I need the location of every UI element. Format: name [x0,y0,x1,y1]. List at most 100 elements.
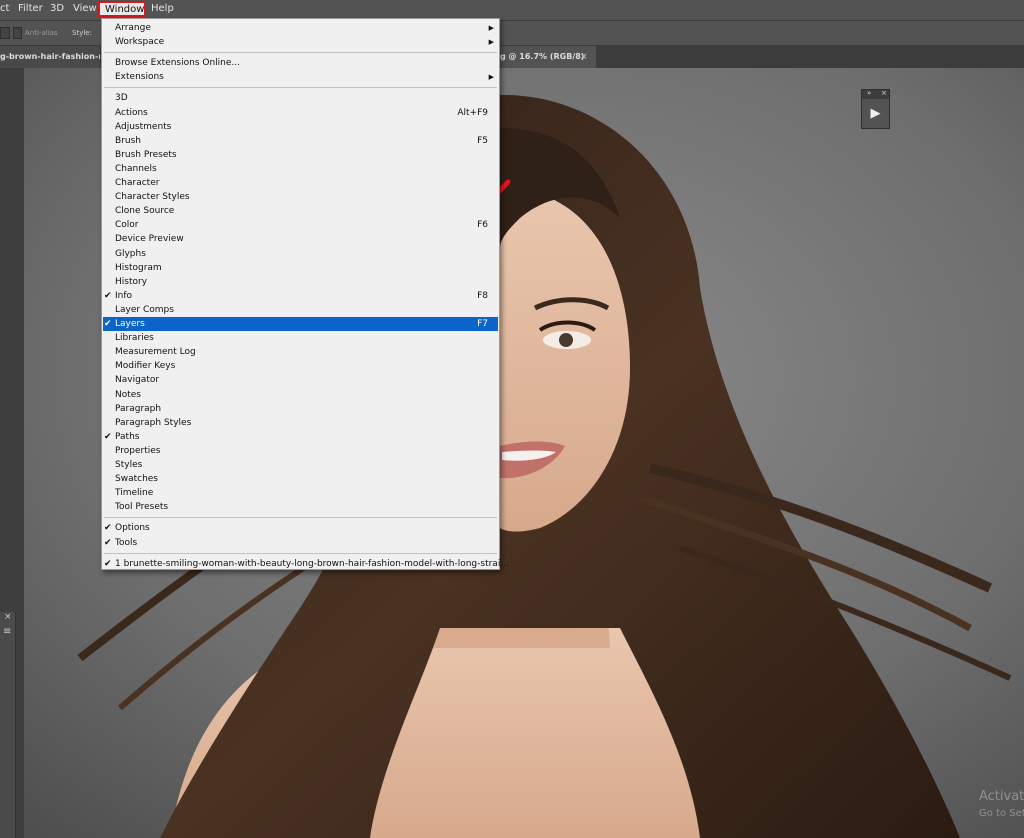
menu-item-shortcut: F8 [477,290,488,301]
menu-item-shortcut: F6 [477,220,488,231]
menu-item-label: Styles [115,460,143,470]
menu-item-label: Clone Source [115,206,175,217]
menu-separator [104,52,497,54]
window-menu-item-workspace[interactable]: Workspace ▶ [103,35,498,49]
window-menu-item-browse-extensions-online[interactable]: Browse Extensions Online... [103,56,498,70]
menu-item-label: Options [115,523,150,534]
window-menu-item-properties[interactable]: Properties [103,444,498,458]
menu-item-label: Browse Extensions Online... [115,58,240,69]
collapse-icon[interactable]: » [867,89,871,97]
menu-item-label: Properties [115,445,161,456]
document-tab-1[interactable]: g-brown-hair-fashion-mo [0,46,100,68]
left-panel-menu-icon[interactable]: ≡ [3,626,11,637]
menu-separator [104,552,497,554]
document-tab-1-label: g-brown-hair-fashion-mo [0,52,100,61]
checkmark-icon: ✔ [104,523,112,534]
menu-item-label: Info [115,290,133,301]
menu-item-label: Workspace [115,37,165,48]
window-menu-item-paragraph[interactable]: Paragraph [103,402,498,416]
menu-item-shortcut: F5 [477,135,488,146]
window-menu-item-notes[interactable]: Notes [103,388,498,402]
window-menu-item-libraries[interactable]: Libraries [103,331,498,345]
menu-item-label: Paragraph Styles [115,417,192,428]
menu-window[interactable]: Window [98,1,146,17]
play-icon: ▶ [870,106,881,121]
collapsed-left-panel[interactable]: × ≡ [0,612,16,838]
menu-item-label: 3D [115,93,128,104]
menu-item-label: 1 brunette-smiling-woman-with-beauty-lon… [115,558,509,569]
window-menu-item-options[interactable]: ✔ Options [103,521,498,535]
menu-view[interactable]: View [73,3,97,14]
activation-watermark: Activat [979,789,1024,804]
menu-item-shortcut: F7 [477,319,488,329]
window-menu-item-modifier-keys[interactable]: Modifier Keys [103,359,498,373]
window-menu-item-tool-presets[interactable]: Tool Presets [103,500,498,514]
window-menu-item-info[interactable]: ✔ Info F8 [103,289,498,303]
window-menu-item-clone-source[interactable]: Clone Source [103,204,498,218]
menu-item-label: Character [115,178,160,188]
left-panel-close-icon[interactable]: × [4,612,12,622]
close-panel-icon[interactable]: × [881,89,887,97]
menu-item-label: Device Preview [115,234,184,245]
window-menu-item-actions[interactable]: Actions Alt+F9 [103,106,498,120]
menu-item-label: Notes [115,389,141,400]
document-tab-2[interactable]: g @ 16.7% (RGB/8) × [500,46,596,68]
play-button[interactable]: ▶ [867,105,884,123]
menu-item-label: Measurement Log [115,347,196,358]
menu-separator [104,517,497,519]
style-label: Style: [72,29,92,37]
window-menu-item-extensions[interactable]: Extensions ▶ [103,70,498,84]
window-menu-item-channels[interactable]: Channels [103,162,498,176]
menu-separator [104,87,497,89]
window-menu-item-character[interactable]: Character [103,176,498,190]
window-menu-item-histogram[interactable]: Histogram [103,261,498,275]
window-menu-item-layer-comps[interactable]: Layer Comps [103,303,498,317]
submenu-arrow-icon: ▶ [488,73,494,82]
window-menu-item-layers[interactable]: ✔ Layers F7 [103,317,498,331]
close-tab-icon[interactable]: × [580,46,588,68]
window-menu-item-3d[interactable]: 3D [103,91,498,105]
checkmark-icon: ✔ [104,290,112,301]
submenu-arrow-icon: ▶ [488,24,494,32]
window-menu-item-brush[interactable]: Brush F5 [103,134,498,148]
window-menu-item-history[interactable]: History [103,275,498,289]
menu-item-label: Histogram [115,262,162,273]
mini-panel-header: » × [862,89,889,99]
window-menu-item-1-brunette-smiling-woman-with-beauty-lon[interactable]: ✔ 1 brunette-smiling-woman-with-beauty-lo… [103,557,509,571]
window-menu-item-paths[interactable]: ✔ Paths [103,430,498,444]
menu-3d[interactable]: 3D [50,3,64,14]
window-menu-item-character-styles[interactable]: Character Styles [103,190,498,204]
anti-alias-label: Anti-alias [25,29,58,37]
window-menu-item-arrange[interactable]: Arrange ▶ [103,21,498,35]
window-menu-item-device-preview[interactable]: Device Preview [103,232,498,246]
window-menu-item-adjustments[interactable]: Adjustments [103,120,498,134]
menu-partial-item[interactable]: ct [0,3,9,14]
menu-item-label: Color [115,220,139,231]
menu-item-label: Navigator [115,375,160,386]
window-menu-item-brush-presets[interactable]: Brush Presets [103,148,498,162]
menu-item-label: Character Styles [115,192,190,203]
checkmark-icon: ✔ [104,537,112,548]
menu-item-label: Timeline [115,488,154,499]
window-menu-item-paragraph-styles[interactable]: Paragraph Styles [103,416,498,430]
window-menu-item-swatches[interactable]: Swatches [103,472,498,486]
menu-item-label: Tool Presets [115,502,169,513]
menu-item-label: Glyphs [115,248,146,259]
document-tab-2-label: g @ 16.7% (RGB/8) [500,52,585,61]
options-box[interactable] [0,27,10,39]
window-menu-dropdown: Arrange ▶ Workspace ▶ Browse Extensions Onli… [101,18,509,571]
menu-item-label: Modifier Keys [115,361,176,372]
menu-help[interactable]: Help [151,3,174,14]
checkmark-icon: ✔ [104,558,112,569]
menu-filter[interactable]: Filter [18,3,43,14]
window-menu-item-color[interactable]: Color F6 [103,218,498,232]
window-menu-item-measurement-log[interactable]: Measurement Log [103,345,498,359]
menu-item-label: History [115,276,148,287]
menu-item-label: Arrange [115,23,151,33]
window-menu-item-tools[interactable]: ✔ Tools [103,536,498,550]
window-menu-item-glyphs[interactable]: Glyphs [103,247,498,261]
window-menu-item-navigator[interactable]: Navigator [103,373,498,387]
window-menu-item-styles[interactable]: Styles [103,458,498,472]
window-menu-item-timeline[interactable]: Timeline [103,486,498,500]
anti-alias-checkbox[interactable] [13,27,22,39]
